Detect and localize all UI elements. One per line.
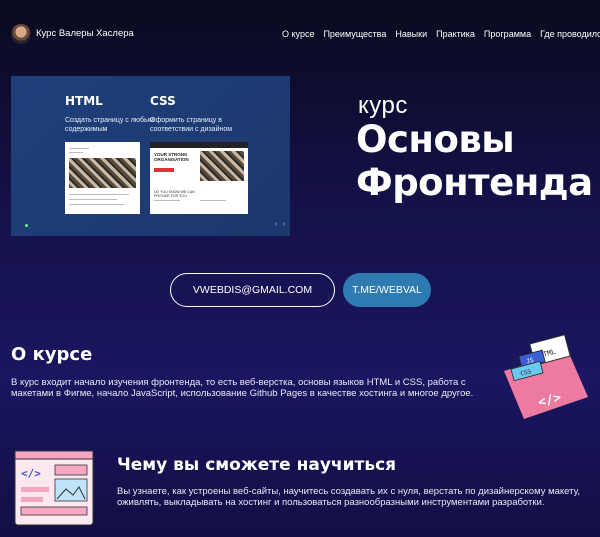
nav-practice[interactable]: Практика bbox=[436, 29, 475, 39]
nav-advantages[interactable]: Преимущества bbox=[323, 29, 386, 39]
editor-titlebar bbox=[14, 450, 94, 460]
editor-footer-bar bbox=[20, 506, 88, 516]
learn-heading: Чему вы сможете научиться bbox=[117, 455, 397, 475]
telegram-button[interactable]: T.ME/WEBVAL bbox=[343, 273, 431, 307]
slider-prev-button[interactable]: ‹ bbox=[275, 221, 277, 228]
course-slider[interactable]: HTML Создать страницу с любым содержимым… bbox=[11, 76, 290, 236]
course-title-line1: Основы bbox=[356, 118, 515, 161]
slider-next-button[interactable]: › bbox=[283, 221, 285, 228]
course-label: курс bbox=[358, 92, 408, 119]
code-bracket-icon: </> bbox=[21, 467, 41, 480]
html-css-docs-illustration: HTML JS CSS </> bbox=[504, 335, 588, 419]
code-line-1 bbox=[21, 487, 49, 492]
email-button[interactable]: VWEBDIS@GMAIL.COM bbox=[170, 273, 335, 307]
slide-css-title: CSS bbox=[150, 94, 176, 108]
course-title: Основы Фронтенда bbox=[356, 118, 593, 204]
learn-text: Вы узнаете, как устроены веб-сайты, науч… bbox=[117, 486, 581, 508]
mockup-headline: YOUR STRONG ORGANISATION bbox=[154, 152, 189, 162]
code-line-2 bbox=[21, 497, 43, 502]
code-editor-illustration: </> bbox=[14, 450, 94, 526]
mockup-subtitle: DO YOU KNOW WE CAN PROVIDE FOR YOU bbox=[154, 190, 195, 198]
slide-css-column: CSS Оформить страницу в соответствии с д… bbox=[150, 94, 240, 134]
css-page-mockup: YOUR STRONG ORGANISATION DO YOU KNOW WE … bbox=[150, 142, 248, 214]
nav-about[interactable]: О курсе bbox=[282, 29, 314, 39]
author-avatar bbox=[11, 24, 31, 44]
image-placeholder-icon bbox=[54, 478, 88, 502]
nav-skills[interactable]: Навыки bbox=[395, 29, 427, 39]
slide-html-title: HTML bbox=[65, 94, 103, 108]
slide-html-column: HTML Создать страницу с любым содержимым bbox=[65, 94, 155, 134]
slide-indicator-dot[interactable] bbox=[25, 224, 28, 227]
nav-venues[interactable]: Где проводился bbox=[540, 29, 600, 39]
slide-css-subtitle: Оформить страницу в соответствии с дизай… bbox=[150, 117, 233, 133]
editor-bar-1 bbox=[54, 464, 88, 476]
brand-title[interactable]: Курс Валеры Хаслера bbox=[36, 28, 134, 39]
nav-program[interactable]: Программа bbox=[484, 29, 531, 39]
main-nav: О курсе Преимущества Навыки Практика Про… bbox=[282, 29, 600, 39]
site-header: Курс Валеры Хаслера О курсе Преимущества… bbox=[0, 0, 600, 68]
course-title-line2: Фронтенда bbox=[356, 161, 593, 204]
about-heading: О курсе bbox=[11, 344, 93, 365]
about-text: В курс входит начало изучения фронтенда,… bbox=[11, 377, 474, 399]
slide-html-subtitle: Создать страницу с любым содержимым bbox=[65, 117, 154, 133]
html-page-mockup bbox=[65, 142, 140, 214]
